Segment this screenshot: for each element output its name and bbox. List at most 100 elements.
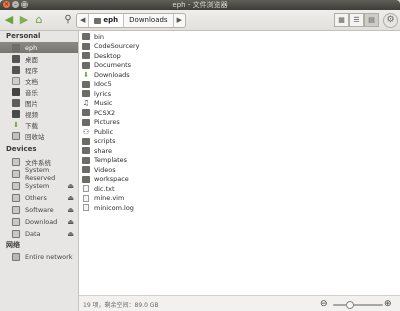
zoom-slider-thumb[interactable] — [346, 301, 354, 309]
zoom-slider-track[interactable] — [333, 304, 383, 306]
file-name: CodeSourcery — [94, 42, 140, 50]
file-name: Desktop — [94, 51, 121, 60]
zoom-in-icon[interactable]: ⊕ — [384, 299, 392, 309]
file-name: PCSX2 — [94, 108, 116, 117]
icon-view-button[interactable]: ▦ — [334, 13, 349, 27]
compact-view-button[interactable]: ▤ — [364, 13, 379, 27]
sidebar-item-software[interactable]: Software ⏏ — [0, 204, 78, 215]
sidebar-item-programs[interactable]: 程序 — [0, 64, 78, 75]
file-item[interactable]: Templates — [82, 156, 127, 165]
sidebar-item-label: Others — [25, 193, 47, 202]
drive-icon — [12, 157, 20, 166]
sidebar-item-documents[interactable]: 文档 — [0, 75, 78, 86]
file-item[interactable]: share — [82, 146, 112, 155]
sidebar-item-entire-network[interactable]: Entire network — [0, 251, 78, 262]
window-title: eph - 文件浏览器 — [172, 1, 228, 9]
settings-button[interactable]: ⚙ — [383, 13, 398, 28]
sidebar-item-pictures[interactable]: 图片 — [0, 97, 78, 108]
file-name: Downloads — [94, 70, 130, 79]
file-name: Documents — [94, 61, 132, 69]
toolbar: ◀ ▶ ⌂ ⚲ ◀ eph Downloads ▶ ▦ ☰ ▤ ⚙ — [0, 10, 400, 31]
drive-icon — [12, 169, 20, 178]
folder-icon — [82, 156, 90, 164]
file-item[interactable]: scripts — [82, 137, 116, 146]
path-scroll-right-button[interactable]: ▶ — [174, 14, 185, 27]
sidebar-item-trash[interactable]: 回收站 — [0, 130, 78, 141]
file-name: scripts — [94, 137, 116, 145]
forward-arrow-icon: ▶ — [19, 13, 29, 26]
sidebar-item-music[interactable]: 音乐 — [0, 86, 78, 97]
sidebar-item-system[interactable]: System ⏏ — [0, 180, 78, 191]
eject-icon[interactable]: ⏏ — [67, 206, 74, 214]
home-folder-icon — [12, 43, 20, 52]
file-item[interactable]: ⚇ Public — [82, 127, 113, 136]
left-arrow-icon: ◀ — [80, 16, 86, 24]
file-item[interactable]: dic.txt — [82, 184, 115, 193]
file-item[interactable]: workspace — [82, 175, 129, 184]
file-item[interactable]: Videos — [82, 165, 116, 174]
desktop-icon — [12, 54, 20, 63]
sidebar-item-system-reserved[interactable]: System Reserved — [0, 166, 78, 182]
file-name: Music — [94, 99, 113, 107]
folder-icon — [82, 61, 90, 69]
list-view-button[interactable]: ☰ — [349, 13, 364, 27]
sidebar-item-label: Entire network — [25, 252, 73, 261]
folder-icon — [82, 175, 90, 183]
sidebar-item-label: Download — [25, 217, 58, 226]
file-item[interactable]: PCSX2 — [82, 108, 115, 117]
eject-icon[interactable]: ⏏ — [67, 230, 74, 238]
file-item[interactable]: ⬇ Downloads — [82, 70, 130, 79]
file-name: minicom.log — [94, 203, 134, 212]
path-segment-label: Downloads — [129, 16, 168, 24]
file-name: share — [94, 146, 113, 155]
path-segment-downloads[interactable]: Downloads — [124, 14, 174, 27]
file-item[interactable]: CodeSourcery — [82, 42, 139, 51]
file-item[interactable]: bin — [82, 32, 104, 41]
path-scroll-left-button[interactable]: ◀ — [77, 14, 90, 27]
file-item[interactable]: mine.vim — [82, 194, 124, 203]
drive-icon — [12, 193, 20, 202]
folder-icon — [82, 118, 90, 126]
file-item[interactable]: ♫ Music — [82, 99, 113, 108]
eject-icon[interactable]: ⏏ — [67, 194, 74, 202]
zoom-out-icon[interactable]: ⊖ — [320, 299, 328, 309]
sidebar-item-label: 桌面 — [25, 55, 38, 64]
file-item[interactable]: Desktop — [82, 51, 121, 60]
status-text: 19 项，剩余空间：89.0 GB — [83, 302, 159, 309]
sidebar-header-devices: Devices — [6, 145, 37, 153]
file-name: dic.txt — [94, 184, 115, 193]
sidebar-item-label: 音乐 — [25, 88, 38, 97]
sidebar-item-others[interactable]: Others ⏏ — [0, 192, 78, 203]
view-mode-buttons: ▦ ☰ ▤ — [334, 13, 379, 27]
sidebar-item-download-drive[interactable]: Download ⏏ — [0, 216, 78, 227]
folder-icon — [82, 147, 90, 154]
path-segment-eph[interactable]: eph — [89, 14, 125, 27]
file-item[interactable]: lyrics — [82, 89, 111, 98]
file-name: Public — [94, 127, 114, 136]
sidebar-item-label: 下载 — [25, 121, 38, 130]
home-button[interactable]: ⌂ — [32, 12, 46, 27]
sidebar-item-videos[interactable]: 视频 — [0, 108, 78, 119]
grid-icon: ▦ — [338, 16, 345, 24]
file-item[interactable]: Documents — [82, 61, 131, 70]
forward-button[interactable]: ▶ — [17, 12, 31, 27]
sidebar-item-label: System — [25, 181, 50, 190]
sidebar-item-downloads[interactable]: ⬇ 下载 — [0, 119, 78, 130]
sidebar-item-data[interactable]: Data ⏏ — [0, 228, 78, 239]
file-item[interactable]: Pictures — [82, 118, 120, 127]
home-folder-icon — [94, 17, 102, 24]
search-button[interactable]: ⚲ — [62, 12, 74, 27]
eject-icon[interactable]: ⏏ — [67, 182, 74, 190]
sidebar-item-desktop[interactable]: 桌面 — [0, 53, 78, 64]
text-file-icon — [83, 185, 89, 192]
trash-icon — [12, 131, 20, 140]
documents-icon — [12, 76, 20, 85]
file-name: Videos — [94, 165, 116, 174]
eject-icon[interactable]: ⏏ — [67, 218, 74, 226]
file-item[interactable]: Idoc5 — [82, 80, 112, 89]
back-button[interactable]: ◀ — [2, 12, 16, 27]
sidebar-item-label: 图片 — [25, 99, 38, 108]
sidebar-item-home[interactable]: eph — [0, 42, 78, 53]
file-item[interactable]: minicom.log — [82, 203, 134, 212]
file-name: lyrics — [94, 89, 112, 98]
